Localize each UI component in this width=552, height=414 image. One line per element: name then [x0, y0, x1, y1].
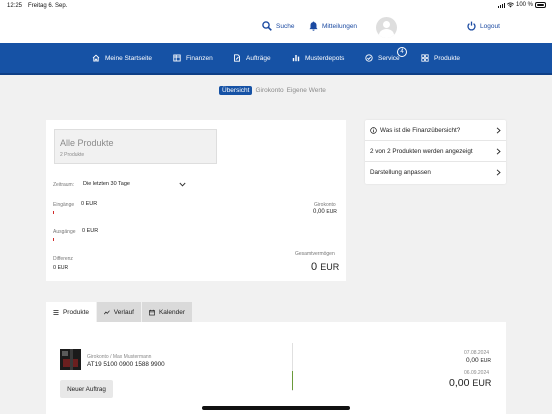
total-assets-value: 0 EUR	[311, 261, 340, 273]
battery-label: 100 %	[515, 2, 533, 8]
chart-bars-icon	[292, 55, 300, 62]
tab-label: Kalender	[158, 308, 185, 316]
home-icon	[92, 54, 100, 62]
battery-icon	[535, 2, 546, 8]
service-check-icon	[365, 54, 373, 62]
menu-item-darstellung[interactable]: Darstellung anpassen	[365, 162, 506, 183]
top-header: Suche Mitteilungen Logout	[0, 12, 552, 43]
chevron-down-icon	[179, 182, 186, 187]
menu-label: Was ist die Finanzübersicht?	[380, 126, 461, 134]
nav-label: Finanzen	[186, 54, 213, 62]
search-label: Suche	[276, 22, 295, 30]
nav-item-auftraege[interactable]: Aufträge	[233, 54, 271, 62]
messages-button[interactable]: Mitteilungen	[309, 21, 357, 31]
signal-icon	[497, 2, 505, 8]
tab-label: Produkte	[62, 308, 89, 316]
view-switcher: Übersicht Girokonto Eigene Werte	[219, 86, 326, 95]
difference-label: Differenz	[53, 256, 73, 262]
period-select[interactable]: Die letzten 30 Tage	[83, 179, 189, 191]
account-label: Girokonto / Max Mustermann	[87, 354, 152, 360]
nav-item-meine-startseite[interactable]: Meine Startseite	[92, 54, 152, 62]
bell-icon	[309, 21, 318, 31]
calendar-icon	[149, 309, 155, 315]
menu-item-finanzuebersicht[interactable]: Was ist die Finanzübersicht?	[365, 120, 506, 141]
tab-kalender[interactable]: Kalender	[142, 302, 192, 322]
product-card: Girokonto / Max Mustermann AT19 5100 090…	[46, 322, 506, 414]
tab-girokonto[interactable]: Girokonto	[255, 87, 283, 94]
logout-label: Logout	[480, 22, 500, 30]
tab-eigene-werte[interactable]: Eigene Werte	[287, 87, 326, 94]
menu-label: Darstellung anpassen	[370, 169, 431, 176]
nav-label: Produkte	[434, 54, 461, 62]
nav-item-produkte[interactable]: Produkte	[421, 54, 460, 62]
status-date: Freitag 6. Sep.	[28, 3, 68, 9]
status-bar: 12:25 Freitag 6. Sep. 100 %	[0, 0, 552, 12]
finance-icon	[173, 54, 181, 62]
tab-label: Verlauf	[113, 308, 134, 316]
nav-label: Aufträge	[246, 54, 271, 62]
avatar[interactable]	[376, 17, 397, 38]
expense-label: Ausgänge	[53, 229, 76, 235]
orders-icon	[234, 54, 240, 62]
expense-bar	[53, 238, 54, 241]
tab-verlauf[interactable]: Verlauf	[97, 302, 141, 322]
wifi-icon	[506, 2, 514, 8]
search-icon	[262, 21, 272, 31]
home-indicator	[202, 406, 350, 410]
overview-card: Alle Produkte 2 Produkte Zeitraum: Die l…	[46, 120, 346, 281]
new-order-button[interactable]: Neuer Auftrag	[60, 380, 113, 398]
tab-produkte[interactable]: Produkte	[46, 302, 96, 322]
menu-item-produkte-angezeigt[interactable]: 2 von 2 Produkten werden angezeigt	[365, 141, 506, 162]
power-icon	[467, 21, 476, 31]
chevron-right-icon	[496, 169, 501, 176]
logout-button[interactable]: Logout	[467, 21, 500, 31]
status-indicators: 100 %	[497, 2, 546, 8]
nav-item-service[interactable]: Service	[365, 54, 400, 62]
menu-label: 2 von 2 Produkten werden angezeigt	[370, 147, 473, 155]
value-start: 0,00 EUR	[466, 357, 492, 364]
product-filter-title: Alle Produkte	[60, 138, 114, 148]
product-filter[interactable]: Alle Produkte 2 Produkte	[54, 129, 217, 164]
income-bar	[53, 211, 54, 214]
tab-uebersicht[interactable]: Übersicht	[219, 86, 253, 95]
period-value: Die letzten 30 Tage	[83, 181, 130, 187]
product-card-image	[60, 349, 81, 370]
giro-label: Girokonto	[314, 202, 336, 208]
info-icon	[370, 126, 377, 134]
messages-label: Mitteilungen	[322, 22, 358, 30]
date-start: 07.08.2024	[464, 350, 490, 356]
status-time: 12:25	[7, 3, 23, 9]
income-value: 0 EUR	[81, 201, 98, 207]
service-badge: 4	[397, 47, 407, 57]
period-label: Zeitraum:	[53, 182, 75, 188]
chevron-right-icon	[496, 148, 501, 155]
date-end: 06.09.2024	[464, 370, 490, 376]
grid-icon	[421, 54, 429, 62]
nav-label: Meine Startseite	[105, 54, 152, 62]
trend-icon	[104, 309, 110, 314]
expense-value: 0 EUR	[82, 228, 99, 234]
main-nav: Meine Startseite Finanzen Aufträge Muste…	[0, 43, 552, 75]
difference-value: 0 EUR	[53, 265, 69, 271]
giro-value: 0,00 EUR	[313, 209, 337, 215]
nav-label: Service	[378, 54, 400, 62]
nav-item-musterdepots[interactable]: Musterdepots	[292, 54, 344, 62]
total-assets-label: Gesamtvermögen	[295, 251, 335, 257]
info-menu: Was ist die Finanzübersicht? 2 von 2 Pro…	[365, 120, 506, 184]
nav-item-finanzen[interactable]: Finanzen	[173, 54, 213, 62]
balance-chart-bar	[292, 371, 293, 390]
list-icon	[53, 309, 59, 315]
nav-label: Musterdepots	[305, 54, 345, 62]
income-label: Eingänge	[53, 202, 75, 208]
account-iban: AT19 5100 0900 1588 9900	[87, 361, 165, 368]
chevron-right-icon	[496, 127, 501, 134]
value-end: 0,00 EUR	[449, 377, 492, 389]
product-filter-count: 2 Produkte	[60, 152, 85, 158]
search-button[interactable]: Suche	[262, 21, 294, 31]
